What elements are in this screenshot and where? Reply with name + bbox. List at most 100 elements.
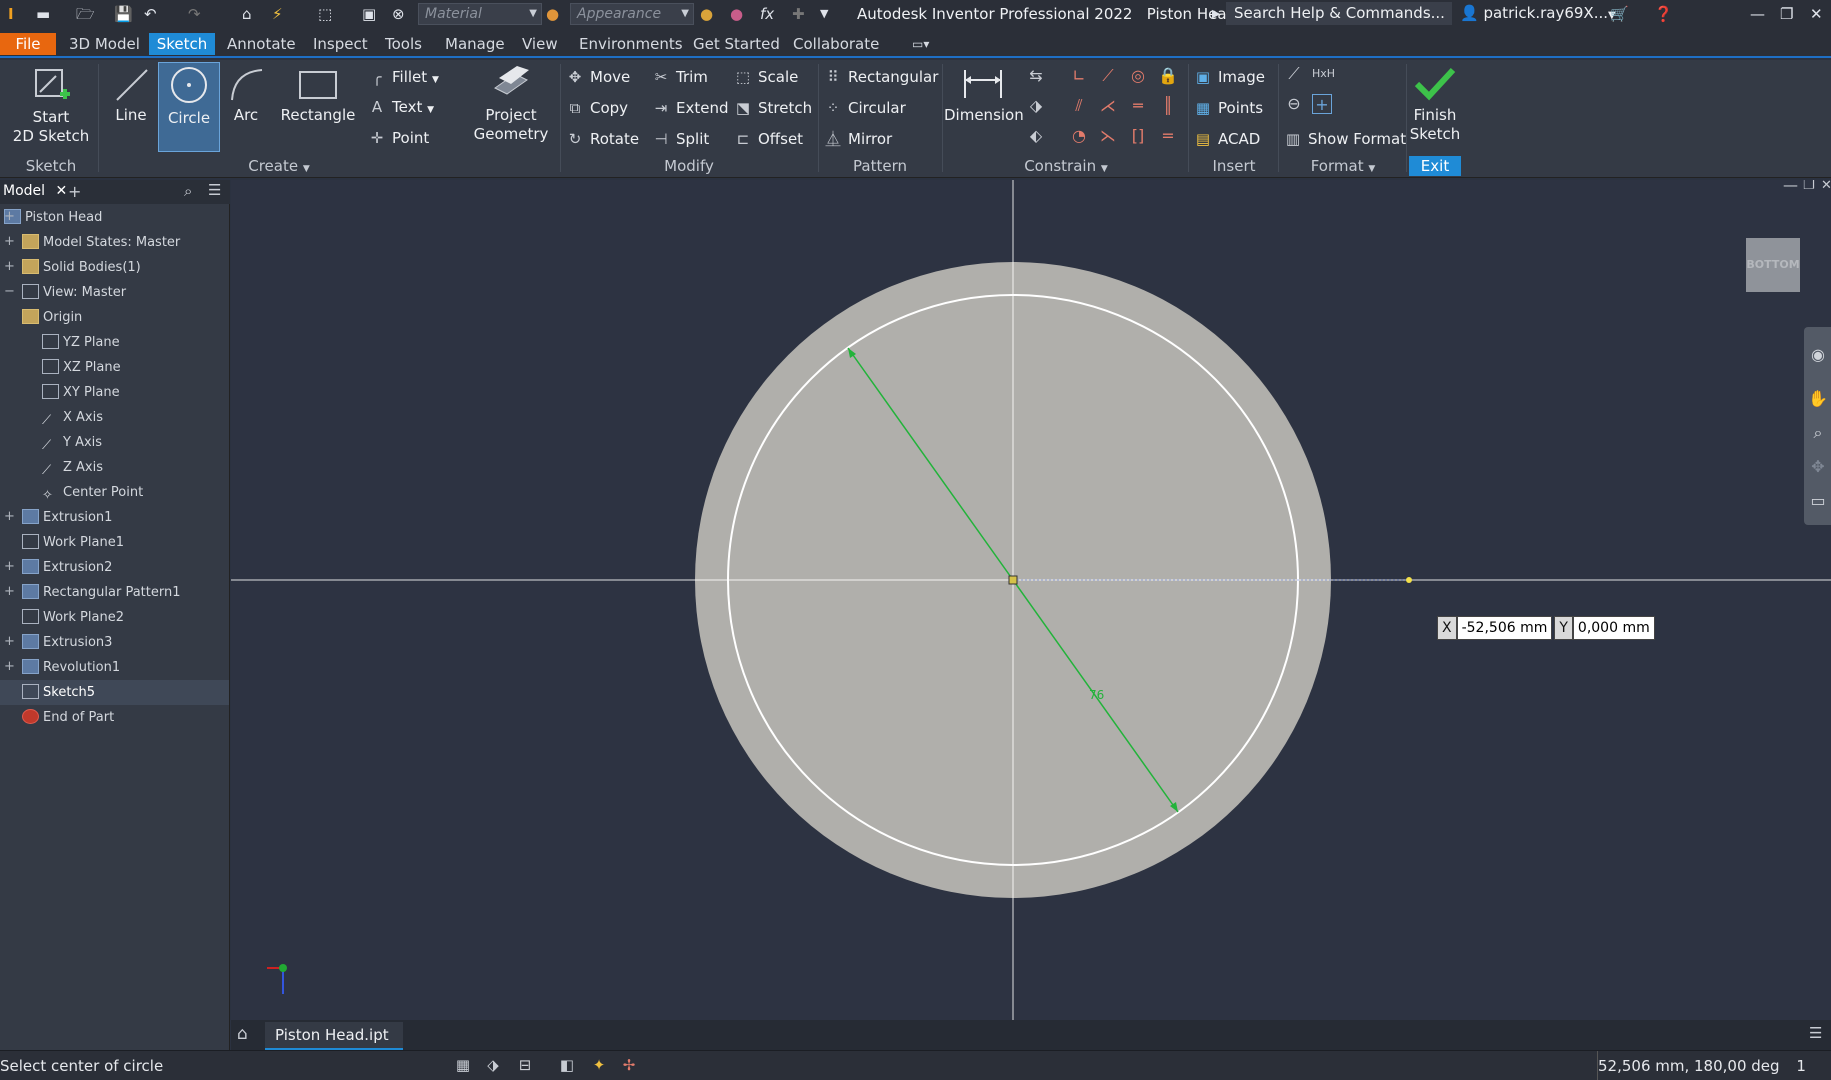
tab-sketch[interactable]: Sketch bbox=[149, 33, 215, 55]
symmetric-icon[interactable]: [] bbox=[1128, 126, 1148, 146]
steering-wheel-icon[interactable]: ◉ bbox=[1808, 345, 1828, 365]
help-search-input[interactable]: Search Help & Commands... bbox=[1226, 2, 1452, 25]
dimension-label[interactable]: 76 bbox=[1089, 688, 1104, 702]
tab-collaborate[interactable]: Collaborate bbox=[787, 33, 885, 55]
split-button[interactable]: ⊣ Split bbox=[652, 127, 709, 151]
tab-environments[interactable]: Environments bbox=[573, 33, 689, 55]
close-view-icon[interactable]: ✕ bbox=[1821, 180, 1831, 193]
show-format-button[interactable]: ▥ Show Format bbox=[1284, 127, 1406, 151]
ribbon-toggle-icon[interactable]: ▭▾ bbox=[906, 33, 935, 55]
constraint-settings-icon[interactable]: ⬖ bbox=[1026, 126, 1046, 146]
clear-appearance-icon[interactable]: ● bbox=[730, 4, 743, 24]
show-constraints-icon[interactable]: ⬗ bbox=[1026, 96, 1046, 116]
smooth-icon[interactable]: ◔ bbox=[1069, 126, 1089, 146]
cart-icon[interactable]: 🛒 bbox=[1610, 4, 1629, 24]
fillet-button[interactable]: ╭ Fillet ▼ bbox=[368, 65, 438, 89]
close-icon[interactable]: ✕ bbox=[56, 183, 68, 199]
zoom-icon[interactable]: ⌕ bbox=[1808, 423, 1828, 443]
rectangle-button[interactable]: Rectangle bbox=[276, 64, 360, 152]
material-dropdown[interactable]: Material ▼ bbox=[418, 3, 542, 25]
tree-item-xy-plane[interactable]: XY Plane bbox=[42, 380, 120, 405]
expand-icon[interactable]: + bbox=[4, 509, 15, 524]
mirror-button[interactable]: ⏅ Mirror bbox=[824, 127, 892, 151]
centerline-icon[interactable]: + bbox=[1312, 94, 1332, 114]
save-icon[interactable]: 💾 bbox=[114, 4, 133, 24]
parallel-icon[interactable]: ⫽ bbox=[1069, 96, 1089, 116]
expand-icon[interactable]: + bbox=[4, 209, 15, 224]
tab-manage[interactable]: Manage bbox=[439, 33, 511, 55]
tab-inspect[interactable]: Inspect bbox=[307, 33, 374, 55]
minimize-icon[interactable]: — bbox=[1750, 4, 1765, 24]
driven-dimension-icon[interactable]: HxH bbox=[1312, 64, 1335, 84]
material-ball-icon[interactable]: ⊗ bbox=[392, 4, 405, 24]
construction-icon[interactable]: ⟋ bbox=[1284, 64, 1304, 84]
tangent-icon[interactable]: ⟋ bbox=[1098, 66, 1118, 86]
stretch-button[interactable]: ⬔ Stretch bbox=[734, 96, 812, 120]
tree-item-sketch5[interactable]: Sketch5 bbox=[0, 680, 229, 705]
center-point-icon[interactable]: ⊖ bbox=[1284, 94, 1304, 114]
horizontal-icon[interactable]: ═ bbox=[1128, 96, 1148, 116]
tree-item-rectangular-pattern1[interactable]: Rectangular Pattern1 bbox=[22, 580, 180, 605]
degrees-of-freedom-icon[interactable]: ✢ bbox=[618, 1056, 640, 1076]
tree-item-model-states[interactable]: Model States: Master bbox=[22, 230, 180, 255]
expand-icon[interactable]: + bbox=[4, 259, 15, 274]
tree-item-z-axis[interactable]: ⟋ Z Axis bbox=[42, 455, 103, 480]
scale-button[interactable]: ⬚ Scale bbox=[734, 65, 798, 89]
grid-icon[interactable]: ▦ bbox=[452, 1056, 474, 1076]
help-icon[interactable]: ❓ bbox=[1654, 4, 1673, 24]
viewcube[interactable]: BOTTOM bbox=[1746, 238, 1800, 292]
dimension-display-icon[interactable]: ⊟ bbox=[514, 1056, 536, 1076]
tree-item-xz-plane[interactable]: XZ Plane bbox=[42, 355, 121, 380]
text-button[interactable]: A Text ▼ bbox=[368, 95, 434, 119]
extend-button[interactable]: ⇥ Extend bbox=[652, 96, 729, 120]
tab-annotate[interactable]: Annotate bbox=[221, 33, 302, 55]
menu-hamburger-icon[interactable]: ☰ bbox=[208, 181, 221, 199]
circle-center-point[interactable] bbox=[1008, 575, 1018, 585]
new-file-icon[interactable]: ▬ bbox=[36, 4, 50, 24]
customize-qa-icon[interactable]: ▼ bbox=[820, 4, 828, 24]
minimize-view-icon[interactable]: — bbox=[1783, 180, 1798, 194]
tab-tools[interactable]: Tools bbox=[379, 33, 428, 55]
undo-icon[interactable]: ↶ bbox=[144, 4, 157, 24]
tree-item-y-axis[interactable]: ⟋ Y Axis bbox=[42, 430, 102, 455]
search-icon[interactable]: ⌕ bbox=[184, 182, 192, 200]
line-button[interactable]: Line bbox=[104, 64, 158, 152]
select-icon[interactable]: ⬚ bbox=[318, 4, 332, 24]
tab-get-started[interactable]: Get Started bbox=[687, 33, 786, 55]
orbit-icon[interactable]: ✥ bbox=[1808, 457, 1828, 477]
tree-item-extrusion3[interactable]: Extrusion3 bbox=[22, 630, 112, 655]
browser-tab-model[interactable]: Model ✕ bbox=[3, 183, 67, 199]
constraint-infer-icon[interactable]: ⬗ bbox=[482, 1056, 504, 1076]
auto-dimension-icon[interactable]: ⇆ bbox=[1026, 66, 1046, 86]
project-geometry-button[interactable]: Project Geometry bbox=[466, 64, 556, 154]
expand-icon[interactable]: + bbox=[4, 234, 15, 249]
document-tab[interactable]: Piston Head.ipt ✕ bbox=[265, 1022, 403, 1070]
expand-icon[interactable]: + bbox=[4, 559, 15, 574]
fix-lock-icon[interactable]: 🔒 bbox=[1158, 66, 1178, 86]
tree-item-extrusion2[interactable]: Extrusion2 bbox=[22, 555, 112, 580]
collinear-icon[interactable]: ⋋ bbox=[1098, 126, 1118, 146]
circular-pattern-button[interactable]: ⁘ Circular bbox=[824, 96, 906, 120]
trim-button[interactable]: ✂ Trim bbox=[652, 65, 708, 89]
tree-item-solid-bodies[interactable]: Solid Bodies(1) bbox=[22, 255, 141, 280]
close-icon[interactable]: ✕ bbox=[1810, 4, 1823, 24]
rectangular-pattern-button[interactable]: ⠿ Rectangular bbox=[824, 65, 939, 89]
tree-item-extrusion1[interactable]: Extrusion1 bbox=[22, 505, 112, 530]
properties-icon[interactable]: ▣ bbox=[362, 4, 376, 24]
tree-item-view[interactable]: View: Master bbox=[22, 280, 126, 305]
home-icon[interactable]: ⌂ bbox=[242, 4, 252, 24]
tree-item-work-plane2[interactable]: Work Plane2 bbox=[22, 605, 124, 630]
tab-3d-model[interactable]: 3D Model bbox=[63, 33, 146, 55]
redo-icon[interactable]: ↷ bbox=[188, 4, 201, 24]
vertical-icon[interactable]: ║ bbox=[1158, 96, 1178, 116]
home-icon[interactable]: ⌂ bbox=[237, 1024, 248, 1044]
appearance-dropdown[interactable]: Appearance ▼ bbox=[570, 3, 694, 25]
adjust-appearance-icon[interactable]: ● bbox=[700, 4, 713, 24]
pan-hand-icon[interactable]: ✋ bbox=[1808, 389, 1828, 409]
image-button[interactable]: ▣ Image bbox=[1194, 65, 1265, 89]
y-coordinate-field[interactable]: 0,000 mm bbox=[1572, 616, 1655, 640]
tree-item-part[interactable]: Piston Head bbox=[4, 205, 102, 230]
coincident-icon[interactable]: ⋌ bbox=[1098, 96, 1118, 116]
offset-button[interactable]: ⊏ Offset bbox=[734, 127, 803, 151]
look-at-icon[interactable]: ▭ bbox=[1808, 491, 1828, 511]
